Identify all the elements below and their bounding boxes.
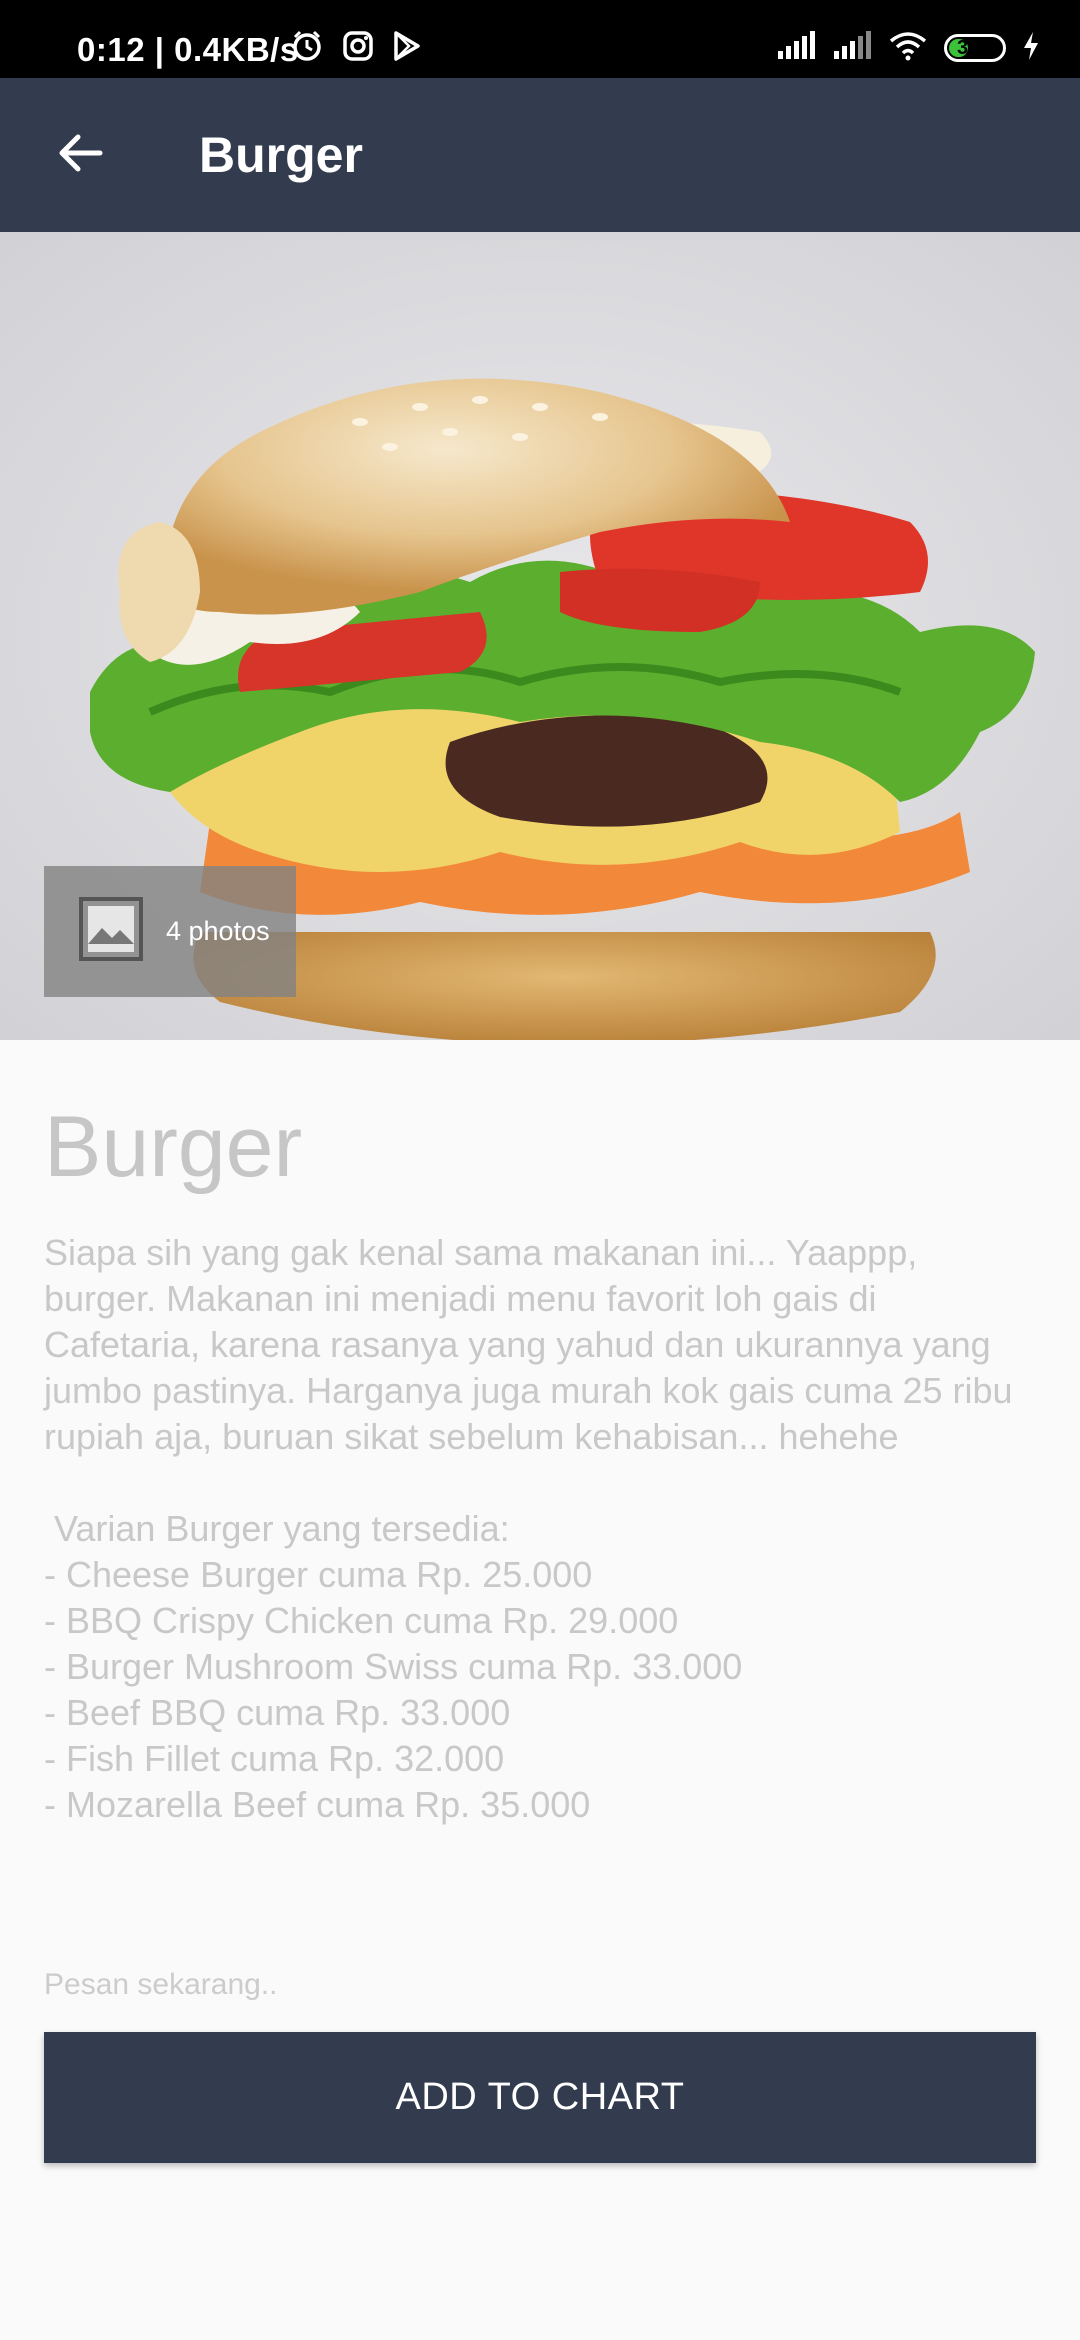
- detail-content: Burger Siapa sih yang gak kenal sama mak…: [44, 1040, 1036, 1828]
- variant-item: - Burger Mushroom Swiss cuma Rp. 33.000: [44, 1646, 743, 1687]
- add-to-chart-button[interactable]: ADD TO CHART: [44, 2032, 1036, 2163]
- status-icons-left: [290, 28, 422, 68]
- play-store-icon: [392, 30, 422, 67]
- item-description: Siapa sih yang gak kenal sama makanan in…: [44, 1232, 1023, 1457]
- variant-item: - Cheese Burger cuma Rp. 25.000: [44, 1554, 593, 1595]
- battery-level: 34: [957, 36, 980, 59]
- instagram-icon: [342, 30, 374, 67]
- wifi-icon: [888, 31, 928, 66]
- battery-icon: 34: [944, 34, 1006, 62]
- status-bar: 0:12 | 0.4KB/s 34: [0, 0, 1080, 78]
- status-icons-right: 34: [776, 28, 1040, 68]
- variant-item: - Mozarella Beef cuma Rp. 35.000: [44, 1784, 591, 1825]
- photo-count-badge[interactable]: 4 photos: [44, 866, 296, 997]
- image-icon: [78, 896, 144, 967]
- signal-icon: [776, 30, 816, 66]
- back-button[interactable]: [40, 115, 120, 195]
- variant-list: - Cheese Burger cuma Rp. 25.000 - BBQ Cr…: [44, 1552, 1036, 1828]
- variant-item: - BBQ Crispy Chicken cuma Rp. 29.000: [44, 1600, 679, 1641]
- app-bar: Burger: [0, 78, 1080, 232]
- item-title: Burger: [44, 1099, 303, 1195]
- variant-item: - Fish Fillet cuma Rp. 32.000: [44, 1738, 505, 1779]
- photo-count-label: 4 photos: [166, 916, 270, 946]
- charging-icon: [1022, 31, 1040, 66]
- alarm-icon: [290, 29, 324, 68]
- status-time-speed: 0:12 | 0.4KB/s: [77, 31, 299, 68]
- page-title: Burger: [199, 127, 363, 183]
- order-hint: Pesan sekarang..: [44, 1968, 278, 2001]
- variant-item: - Beef BBQ cuma Rp. 33.000: [44, 1692, 511, 1733]
- variants-title: Varian Burger yang tersedia:: [54, 1508, 510, 1549]
- hero-image[interactable]: 4 photos: [0, 232, 1080, 1040]
- signal-icon: [832, 30, 872, 66]
- arrow-back-icon: [56, 129, 104, 182]
